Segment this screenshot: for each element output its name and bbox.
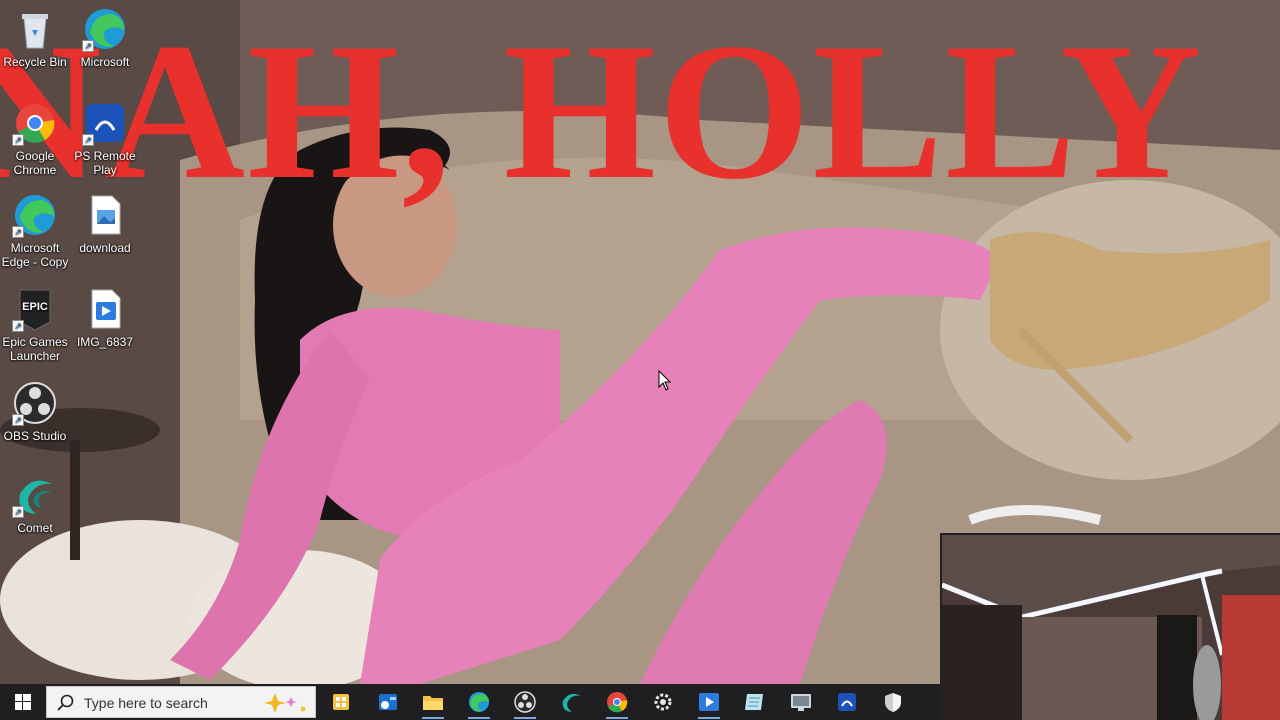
desktop-icon-label: Microsoft Edge - Copy — [1, 241, 69, 269]
desktop-icon-recycle-bin[interactable]: Recycle Bin — [0, 6, 74, 69]
image-file-icon — [82, 192, 128, 238]
taskbar-settings[interactable] — [640, 684, 686, 720]
desktop-icon-download[interactable]: download — [66, 192, 144, 255]
desktop-icon-img-6837[interactable]: IMG_6837 — [66, 286, 144, 349]
edge-icon — [469, 692, 489, 712]
edge-icon: ↗ — [12, 192, 58, 238]
webcam-overlay — [940, 533, 1280, 720]
chrome-icon — [607, 692, 628, 713]
search-highlight-icon — [264, 693, 306, 713]
taskbar-obs[interactable] — [502, 684, 548, 720]
desktop-icon-label: Google Chrome — [13, 149, 57, 177]
ps-remote-play-icon — [838, 693, 856, 711]
desktop-icon-label: PS Remote Play — [74, 149, 136, 177]
desktop-icon-obs-studio[interactable]: ↗ OBS Studio — [0, 380, 74, 443]
chrome-icon: ↗ — [12, 100, 58, 146]
taskbar-chrome[interactable] — [594, 684, 640, 720]
video-player-icon — [699, 693, 719, 711]
desktop-icon-ps-remote-play[interactable]: ↗ PS Remote Play — [66, 100, 144, 177]
desktop-icon-label: OBS Studio — [3, 429, 67, 443]
webcam-feed — [942, 535, 1280, 720]
edge-icon: ↗ — [82, 6, 128, 52]
taskbar-file-explorer[interactable] — [410, 684, 456, 720]
taskbar-task-view[interactable] — [318, 684, 364, 720]
desktop-icon-google-chrome[interactable]: ↗ Google Chrome — [0, 100, 74, 177]
desktop-icon-microsoft-edge[interactable]: ↗ Microsoft — [66, 6, 144, 69]
desktop-icon-label: Comet — [17, 521, 53, 535]
desktop-icon-label: download — [79, 241, 131, 255]
desktop-icon-label: IMG_6837 — [76, 335, 134, 349]
comet-icon — [562, 693, 581, 712]
desktop-icon-label: Epic Games Launcher — [2, 335, 68, 363]
desktop-icon-epic-games[interactable]: EPIC ↗ Epic Games Launcher — [0, 286, 74, 363]
remote-desktop-icon — [791, 694, 811, 711]
taskbar-search-box[interactable]: Type here to search — [46, 686, 316, 718]
desktop-icon-edge-copy[interactable]: ↗ Microsoft Edge - Copy — [0, 192, 74, 269]
video-file-icon — [82, 286, 128, 332]
file-explorer-icon — [423, 696, 443, 710]
taskbar-video-player[interactable] — [686, 684, 732, 720]
settings-icon — [654, 693, 672, 711]
obs-icon: ↗ — [12, 380, 58, 426]
mouse-cursor-icon — [658, 370, 672, 391]
start-button[interactable] — [0, 684, 46, 720]
svg-text:EPIC: EPIC — [22, 301, 48, 313]
overlay-title: NAH, HOLLY — [0, 3, 1204, 220]
epic-games-icon: EPIC ↗ — [12, 286, 58, 332]
notepad-icon — [745, 694, 763, 710]
taskbar-security[interactable] — [870, 684, 916, 720]
desktop-icon-label: Microsoft — [80, 55, 130, 69]
outlook-icon — [379, 694, 397, 710]
windows-logo-icon — [15, 694, 31, 710]
task-view-icon — [333, 694, 349, 710]
taskbar-remote-desktop[interactable] — [778, 684, 824, 720]
security-icon — [885, 693, 901, 712]
taskbar: Type here to search — [0, 684, 940, 720]
taskbar-edge[interactable] — [456, 684, 502, 720]
search-icon — [57, 694, 74, 711]
desktop-icon-label: Recycle Bin — [3, 55, 67, 69]
obs-icon — [514, 691, 536, 713]
taskbar-ps-remote-play[interactable] — [824, 684, 870, 720]
desktop-icon-comet[interactable]: ↗ Comet — [0, 472, 74, 535]
taskbar-outlook[interactable] — [364, 684, 410, 720]
taskbar-comet[interactable] — [548, 684, 594, 720]
search-placeholder: Type here to search — [84, 695, 208, 711]
ps-remote-play-icon: ↗ — [82, 100, 128, 146]
taskbar-notepad[interactable] — [732, 684, 778, 720]
comet-icon: ↗ — [12, 472, 58, 518]
recycle-bin-icon — [12, 6, 58, 52]
